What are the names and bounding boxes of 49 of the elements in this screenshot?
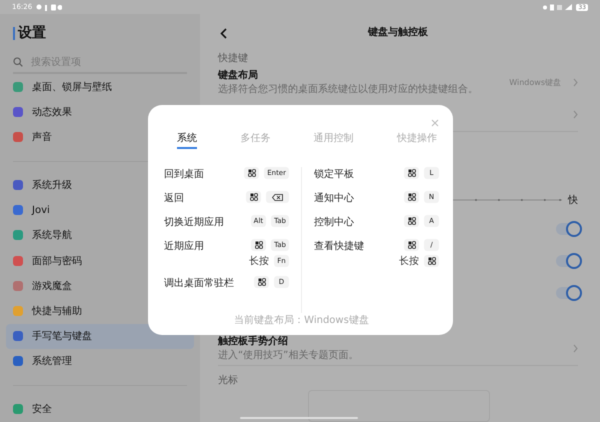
- notification-icons: [36, 4, 62, 10]
- chevron-icon: [573, 110, 578, 119]
- section-label: 光标: [218, 374, 238, 388]
- logo-key-icon: [254, 276, 269, 288]
- gesture-intro-row[interactable]: 触控板手势介绍 进入“使用技巧”相关专题页面。: [218, 333, 578, 364]
- shortcut-label: 控制中心: [314, 216, 354, 230]
- keyboard-layout-row[interactable]: 键盘布局 选择符合您习惯的桌面系统键位以使用对应的快捷键组合。 Windows键盘: [218, 65, 578, 100]
- title-accent: [13, 26, 15, 40]
- long-press-label: 长按: [249, 254, 269, 268]
- search-icon: [13, 57, 23, 68]
- logo-key-icon: [424, 255, 439, 267]
- shortcut-label: 切换近期应用: [164, 216, 224, 230]
- logo-key-icon: [404, 191, 419, 203]
- long-press-label: 长按: [399, 254, 419, 268]
- sidebar-item[interactable]: 安全: [6, 396, 194, 422]
- row-subtitle: 进入“使用技巧”相关专题页面。: [218, 348, 360, 362]
- logo-key-icon: [246, 191, 261, 203]
- shortcut-label: 返回: [164, 192, 184, 206]
- shortcut-label: 查看快捷键: [314, 240, 364, 254]
- page-title: 键盘与触控板: [368, 26, 428, 40]
- speed-label: 快: [568, 194, 578, 207]
- shortcut-label: 近期应用: [164, 240, 204, 254]
- logo-key-icon: [244, 167, 260, 179]
- sidebar-item[interactable]: 快捷与辅助: [6, 298, 194, 324]
- logo-key-icon: [404, 215, 419, 227]
- shortcut-label: 回到桌面: [164, 168, 204, 182]
- close-icon[interactable]: [431, 119, 439, 127]
- backspace-key-icon: [266, 191, 289, 203]
- logo-key-icon: [404, 239, 419, 251]
- back-icon[interactable]: [220, 28, 227, 39]
- chevron-icon: [573, 344, 578, 353]
- sidebar-item[interactable]: 动态效果: [6, 99, 194, 124]
- row-title: 键盘布局: [218, 68, 259, 82]
- chevron-icon: [573, 78, 578, 87]
- shortcut-label: 通知中心: [314, 192, 354, 206]
- sidebar-item[interactable]: 桌面、锁屏与壁纸: [6, 74, 194, 100]
- logo-key-icon: [404, 167, 419, 179]
- sidebar-item[interactable]: 系统管理: [6, 348, 194, 374]
- settings-title: 设置: [18, 24, 46, 42]
- logo-key-icon: [251, 239, 266, 251]
- shortcut-label: 调出桌面常驻栏: [164, 276, 234, 291]
- dialog-tab[interactable]: 系统: [177, 131, 197, 149]
- section-label: 快捷键: [218, 52, 248, 66]
- row-title: 触控板手势介绍: [218, 334, 289, 348]
- row-subtitle: 选择符合您习惯的桌面系统键位以使用对应的快捷键组合。: [218, 82, 479, 96]
- status-icons: [542, 4, 572, 10]
- shortcut-label: 锁定平板: [314, 168, 354, 182]
- current-layout-note: 当前键盘布局：Windows键盘: [233, 314, 370, 327]
- row-value: Windows键盘: [509, 76, 561, 88]
